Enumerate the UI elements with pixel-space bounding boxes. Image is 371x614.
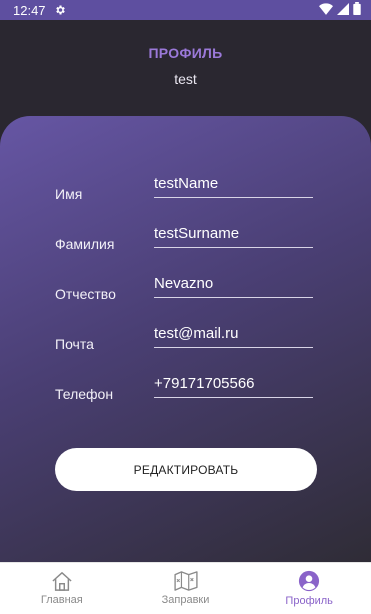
last-name-label: Фамилия xyxy=(55,236,115,252)
map-icon xyxy=(173,571,198,591)
email-label: Почта xyxy=(55,336,94,352)
first-name-field[interactable] xyxy=(154,168,313,198)
phone-label: Телефон xyxy=(55,386,114,402)
profile-header: ПРОФИЛЬ test xyxy=(0,20,371,130)
username: test xyxy=(174,71,197,87)
patronymic-row: Отчество xyxy=(55,268,313,304)
first-name-label: Имя xyxy=(55,186,83,202)
phone-row: Телефон xyxy=(55,368,313,404)
nav-label-stations: Заправки xyxy=(161,594,210,606)
status-icons xyxy=(319,2,361,18)
status-bar: 12:47 xyxy=(0,0,371,20)
cell-signal-icon xyxy=(337,2,349,18)
profile-icon xyxy=(298,570,320,592)
email-row: Почта xyxy=(55,318,313,354)
nav-item-stations[interactable]: Заправки xyxy=(124,563,248,614)
first-name-row: Имя xyxy=(55,168,313,204)
profile-card: Имя Фамилия Отчество Почта Телефон xyxy=(0,116,371,562)
battery-icon xyxy=(353,2,361,18)
status-time: 12:47 xyxy=(13,2,46,18)
nav-label-home: Главная xyxy=(40,594,83,606)
patronymic-label: Отчество xyxy=(55,286,116,302)
wifi-icon xyxy=(319,2,333,18)
bottom-nav: Главная Заправки Профиль xyxy=(0,562,371,614)
page-title: ПРОФИЛЬ xyxy=(148,45,223,61)
nav-item-profile[interactable]: Профиль xyxy=(247,563,371,614)
patronymic-field[interactable] xyxy=(154,268,313,298)
last-name-field[interactable] xyxy=(154,218,313,248)
phone-field[interactable] xyxy=(154,368,313,398)
edit-button[interactable]: РЕДАКТИРОВАТЬ xyxy=(55,448,317,491)
settings-gear-icon xyxy=(54,4,66,16)
nav-item-home[interactable]: Главная xyxy=(0,563,124,614)
nav-label-profile: Профиль xyxy=(285,595,333,607)
last-name-row: Фамилия xyxy=(55,218,313,254)
email-field[interactable] xyxy=(154,318,313,348)
home-icon xyxy=(51,571,73,591)
